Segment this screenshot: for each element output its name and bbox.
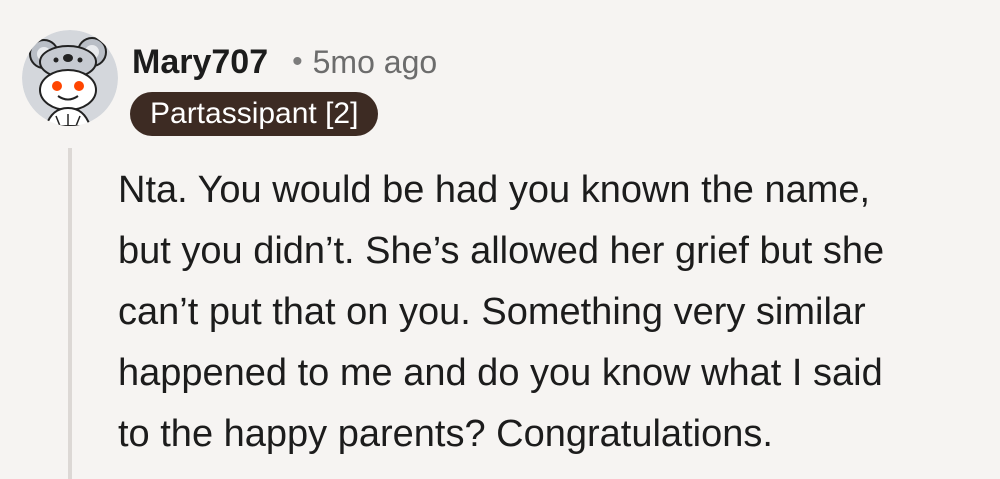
comment: Mary707 • 5mo ago Partassipant [2] Nta. … bbox=[0, 0, 1000, 479]
comment-header: Mary707 • 5mo ago bbox=[132, 40, 437, 84]
snoo-koala-avatar-icon bbox=[22, 30, 118, 126]
meta-separator: • bbox=[292, 45, 303, 78]
comment-timestamp[interactable]: 5mo ago bbox=[313, 44, 438, 81]
comment-body: Nta. You would be had you known the name… bbox=[118, 169, 885, 455]
user-flair-badge: Partassipant [2] bbox=[130, 92, 379, 136]
thread-collapse-line[interactable] bbox=[68, 148, 72, 479]
user-avatar-icon[interactable] bbox=[22, 30, 118, 126]
author-username[interactable]: Mary707 bbox=[132, 43, 268, 82]
